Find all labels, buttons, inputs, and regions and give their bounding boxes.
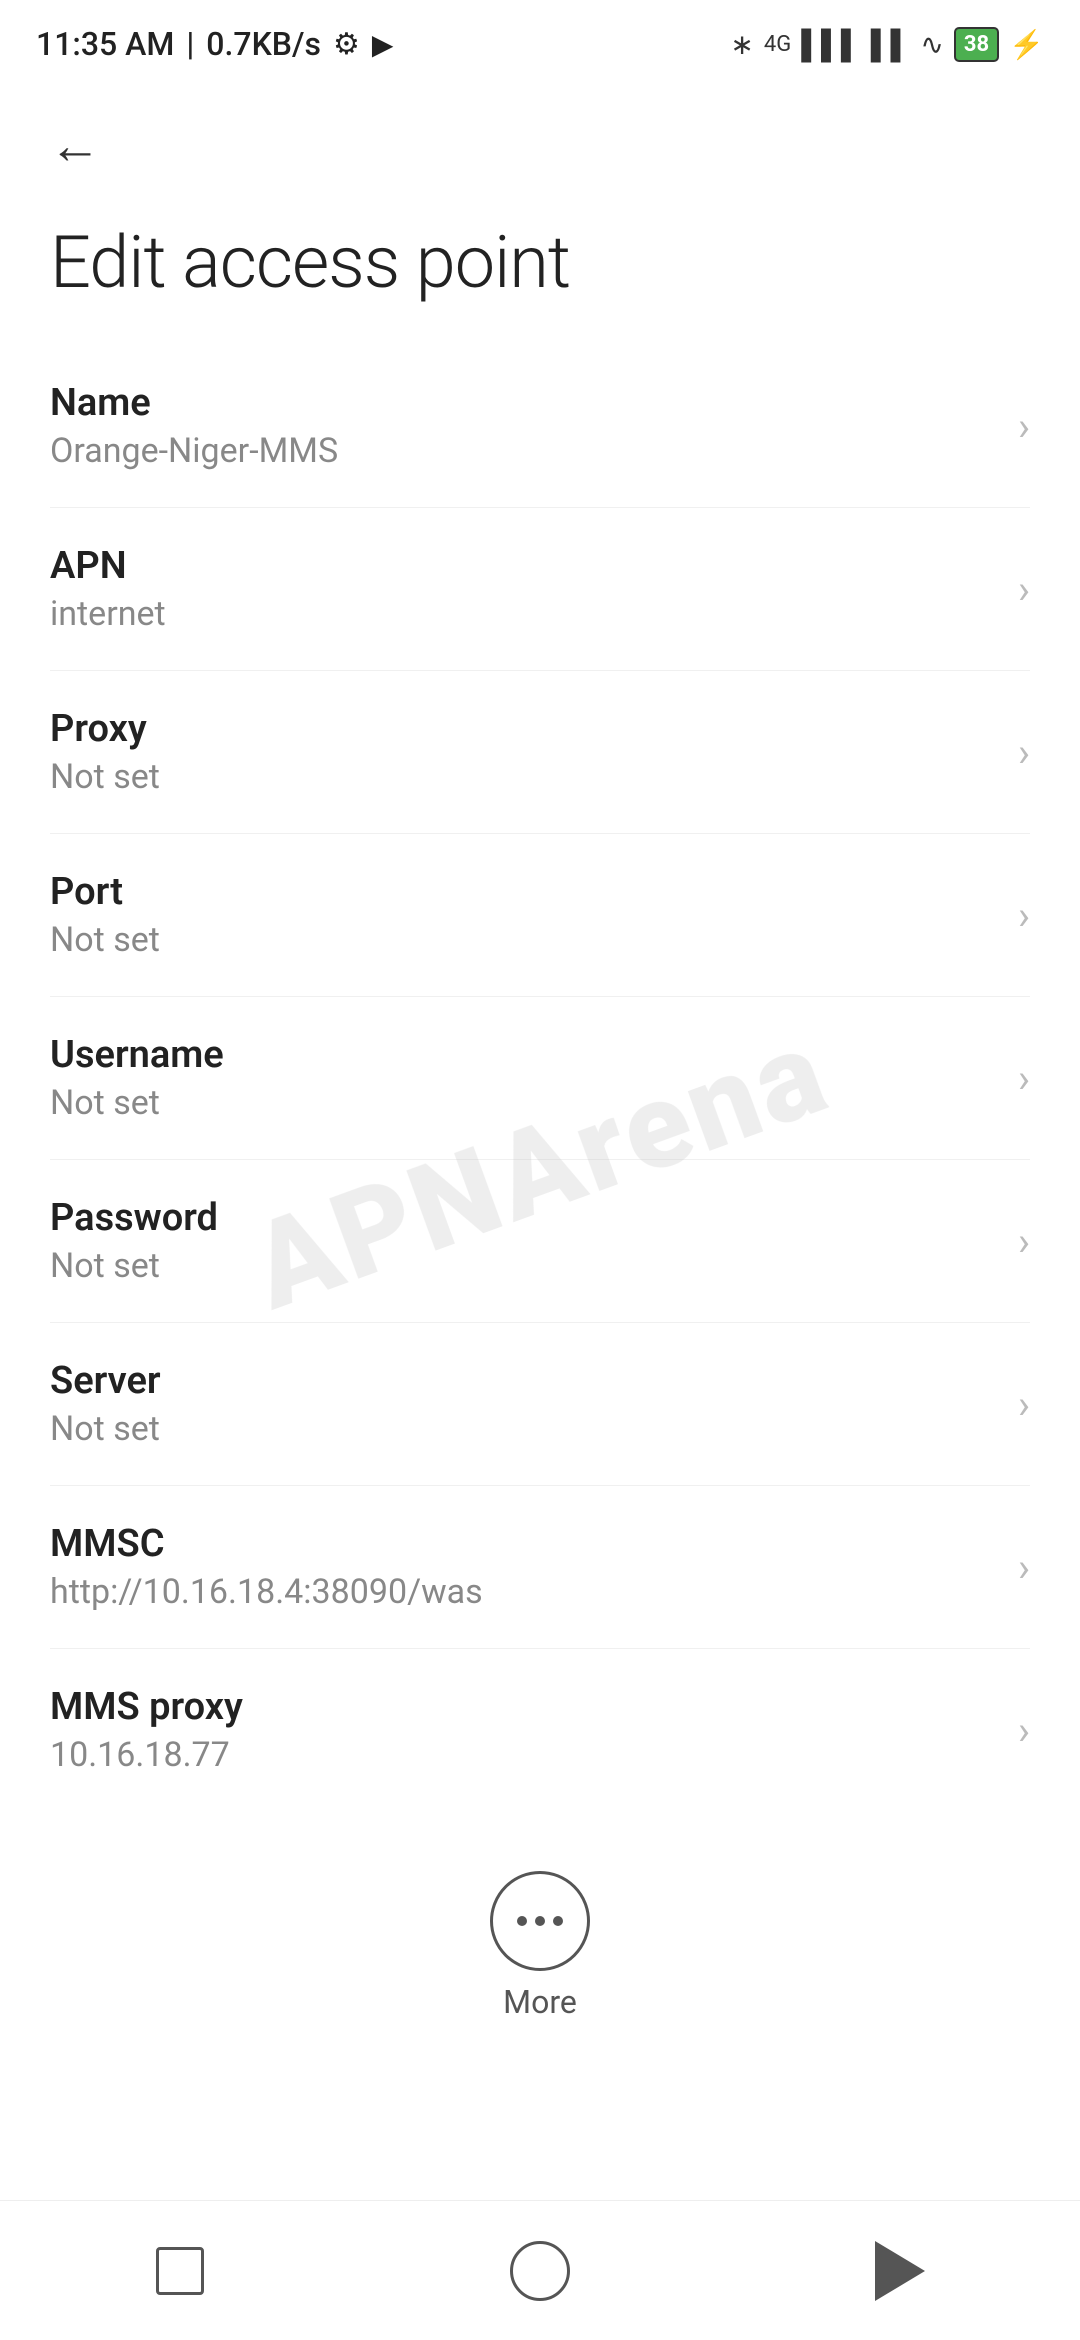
settings-item-password[interactable]: Password Not set › — [50, 1160, 1030, 1323]
chevron-right-icon-5: › — [1018, 1218, 1030, 1265]
battery-indicator: 38 — [954, 27, 999, 62]
settings-value-2: Not set — [50, 757, 998, 797]
settings-item-content-8: MMS proxy 10.16.18.77 — [50, 1685, 998, 1775]
settings-item-port[interactable]: Port Not set › — [50, 834, 1030, 997]
bottom-nav — [0, 2200, 1080, 2340]
dot2 — [535, 1916, 545, 1926]
chevron-right-icon-4: › — [1018, 1055, 1030, 1102]
settings-item-proxy[interactable]: Proxy Not set › — [50, 671, 1030, 834]
page-title: Edit access point — [50, 220, 570, 305]
settings-value-1: internet — [50, 594, 998, 634]
status-right: ∗ 4G ▌▌▌ ▌▌ ∿ 38 ⚡ — [730, 27, 1044, 62]
dot3 — [553, 1916, 563, 1926]
back-nav-button[interactable] — [840, 2231, 960, 2311]
settings-item-content-2: Proxy Not set — [50, 707, 998, 797]
settings-label-4: Username — [50, 1033, 998, 1077]
settings-label-8: MMS proxy — [50, 1685, 998, 1729]
bluetooth-icon: ∗ — [730, 28, 753, 61]
chevron-right-icon-3: › — [1018, 892, 1030, 939]
top-nav: ← — [0, 80, 1080, 200]
back-arrow-icon: ← — [49, 115, 101, 176]
signal-4g-icon: 4G — [764, 32, 791, 57]
settings-list: Name Orange-Niger-MMS › APN internet › P… — [0, 345, 1080, 1811]
settings-label-1: APN — [50, 544, 998, 588]
settings-label-2: Proxy — [50, 707, 998, 751]
network-speed: 0.7KB/s — [206, 25, 321, 63]
settings-value-3: Not set — [50, 920, 998, 960]
more-label: More — [503, 1983, 577, 2021]
settings-item-mms-proxy[interactable]: MMS proxy 10.16.18.77 › — [50, 1649, 1030, 1811]
settings-item-content-3: Port Not set — [50, 870, 998, 960]
recents-icon — [156, 2247, 204, 2295]
chevron-right-icon-8: › — [1018, 1707, 1030, 1754]
recents-button[interactable] — [120, 2231, 240, 2311]
dot1 — [517, 1916, 527, 1926]
settings-label-6: Server — [50, 1359, 998, 1403]
charging-icon: ⚡ — [1009, 28, 1044, 61]
settings-item-content-4: Username Not set — [50, 1033, 998, 1123]
settings-item-content-0: Name Orange-Niger-MMS — [50, 381, 998, 471]
settings-item-apn[interactable]: APN internet › — [50, 508, 1030, 671]
settings-item-content-5: Password Not set — [50, 1196, 998, 1286]
chevron-right-icon-6: › — [1018, 1381, 1030, 1428]
chevron-right-icon-2: › — [1018, 729, 1030, 776]
home-button[interactable] — [480, 2231, 600, 2311]
settings-item-username[interactable]: Username Not set › — [50, 997, 1030, 1160]
signal-bars-icon: ▌▌▌ — [801, 28, 861, 61]
settings-value-6: Not set — [50, 1409, 998, 1449]
settings-value-8: 10.16.18.77 — [50, 1735, 998, 1775]
settings-item-content-7: MMSC http://10.16.18.4:38090/was — [50, 1522, 998, 1612]
chevron-right-icon-0: › — [1018, 403, 1030, 450]
back-button[interactable]: ← — [40, 110, 110, 180]
settings-value-7: http://10.16.18.4:38090/was — [50, 1572, 998, 1612]
chevron-right-icon-1: › — [1018, 566, 1030, 613]
settings-icon: ⚙ — [333, 27, 360, 62]
settings-value-0: Orange-Niger-MMS — [50, 431, 998, 471]
settings-label-3: Port — [50, 870, 998, 914]
settings-item-content-1: APN internet — [50, 544, 998, 634]
video-icon: ▶ — [372, 28, 394, 61]
chevron-right-icon-7: › — [1018, 1544, 1030, 1591]
home-icon — [510, 2241, 570, 2301]
status-left: 11:35 AM | 0.7KB/s ⚙ ▶ — [36, 25, 393, 63]
wifi-icon: ∿ — [920, 28, 943, 61]
settings-value-4: Not set — [50, 1083, 998, 1123]
settings-item-name[interactable]: Name Orange-Niger-MMS › — [50, 345, 1030, 508]
settings-item-content-6: Server Not set — [50, 1359, 998, 1449]
settings-label-5: Password — [50, 1196, 998, 1240]
settings-item-mmsc[interactable]: MMSC http://10.16.18.4:38090/was › — [50, 1486, 1030, 1649]
status-bar: 11:35 AM | 0.7KB/s ⚙ ▶ ∗ 4G ▌▌▌ ▌▌ ∿ 38 … — [0, 0, 1080, 80]
settings-label-0: Name — [50, 381, 998, 425]
time-label: 11:35 AM — [36, 25, 174, 63]
settings-label-7: MMSC — [50, 1522, 998, 1566]
speed-label: | — [186, 25, 194, 63]
signal-bars2-icon: ▌▌ — [871, 28, 911, 61]
back-icon — [875, 2241, 925, 2301]
settings-value-5: Not set — [50, 1246, 998, 1286]
page-title-container: Edit access point — [0, 200, 1080, 345]
settings-item-server[interactable]: Server Not set › — [50, 1323, 1030, 1486]
more-button-container: More — [0, 1831, 1080, 2071]
more-button[interactable] — [490, 1871, 590, 1971]
